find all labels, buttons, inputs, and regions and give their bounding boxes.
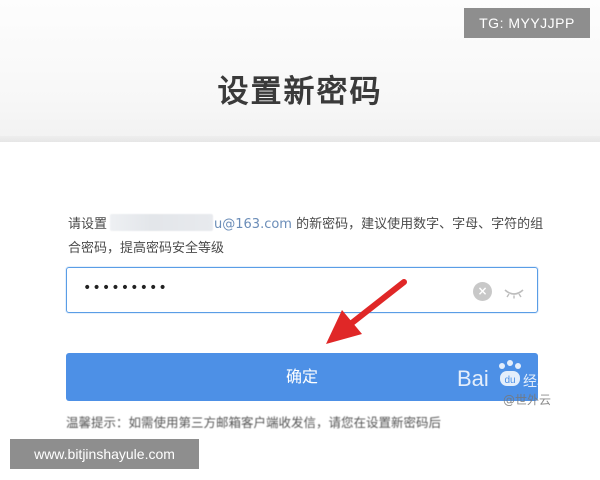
blurred-email-username [110, 214, 214, 231]
password-instructions: 请设置 u@163.com 的新密码，建议使用数字、字母、字符的组合密码，提高密码… [68, 213, 553, 261]
email-domain: u@163.com [214, 217, 292, 232]
eye-closed-icon[interactable] [503, 284, 525, 303]
baidu-watermark: Bai du 经验 @世外云 [455, 358, 567, 410]
clear-circle-icon[interactable]: × [473, 282, 492, 301]
tg-watermark-label: TG: MYYJJPP [464, 8, 590, 38]
password-value[interactable]: ••••••••• [83, 280, 168, 296]
red-arrow-icon [326, 279, 407, 344]
paw-icon: du [499, 360, 521, 386]
baidu-brand: Bai [457, 366, 489, 391]
instructions-prefix: 请设置 [68, 217, 108, 232]
svg-text:du: du [504, 375, 515, 386]
baidu-brand-suffix: 经验 [523, 374, 551, 390]
page-title: 设置新密码 [217, 74, 383, 110]
site-watermark-label: www.bitjinshayule.com [10, 439, 199, 469]
watermark-sub: @世外云 [503, 393, 551, 406]
new-password-input[interactable]: ••••••••• × [66, 267, 538, 313]
reminder-text: 温馨提示：如需使用第三方邮箱客户端收发信，请您在设置新密码后 [66, 415, 442, 430]
